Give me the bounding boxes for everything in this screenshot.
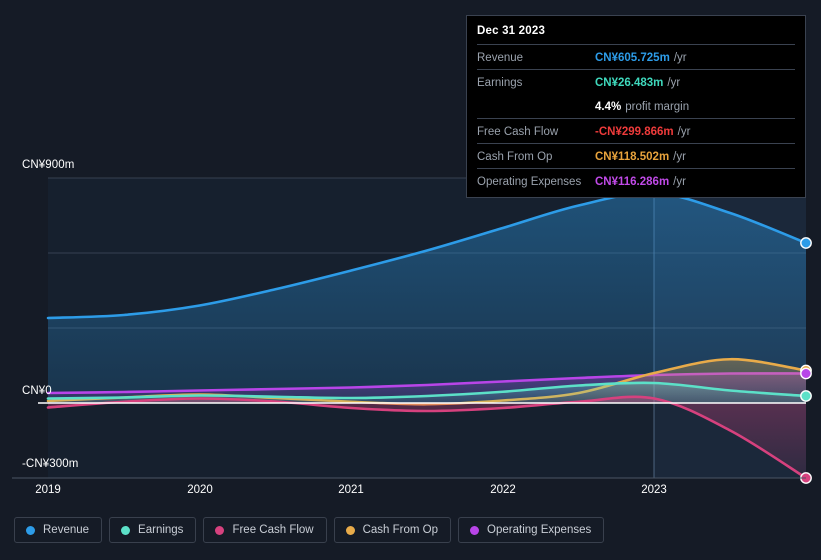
- tooltip-row: Cash From Op CN¥118.502m/yr: [477, 143, 795, 168]
- endpoint-marker-revenue: [800, 237, 812, 249]
- legend-item-label: Revenue: [43, 524, 90, 536]
- tooltip-row-value: -CN¥299.866m: [595, 126, 674, 138]
- legend-color-dot-icon: [470, 525, 480, 535]
- tooltip-row-suffix: /yr: [677, 126, 691, 138]
- legend-item-label: Cash From Op: [362, 524, 439, 536]
- tooltip-row-label: Earnings: [477, 77, 523, 89]
- legend-item-label: Earnings: [138, 524, 184, 536]
- tooltip-row-value-wrap: CN¥26.483m/yr: [595, 73, 680, 91]
- tooltip-row-label: Free Cash Flow: [477, 126, 559, 138]
- legend-color-dot-icon: [345, 525, 355, 535]
- x-axis-tick-2019: 2019: [35, 484, 61, 496]
- legend-item-label: Operating Expenses: [487, 524, 592, 536]
- endpoint-marker-operating-expenses: [800, 367, 812, 380]
- tooltip-row: Revenue CN¥605.725m/yr: [477, 44, 795, 69]
- tooltip-row-label: Revenue: [477, 52, 524, 64]
- legend-color-dot-icon: [215, 525, 225, 535]
- tooltip-row-value-wrap: -CN¥299.866m/yr: [595, 122, 690, 140]
- tooltip-row: Operating Expenses CN¥116.286m/yr: [477, 168, 795, 193]
- tooltip-row-suffix: /yr: [673, 176, 686, 188]
- tooltip-row-value: 4.4%: [595, 101, 622, 113]
- tooltip-row-suffix: profit margin: [625, 101, 690, 113]
- legend-item-operating-expenses[interactable]: Operating Expenses: [458, 517, 605, 543]
- tooltip-row: Free Cash Flow -CN¥299.866m/yr: [477, 118, 795, 143]
- tooltip-row: Earnings CN¥26.483m/yr: [477, 69, 795, 94]
- legend-item-cash-from-op[interactable]: Cash From Op: [333, 517, 452, 543]
- tooltip-row-value: CN¥26.483m: [595, 77, 664, 89]
- legend-item-earnings[interactable]: Earnings: [109, 517, 197, 543]
- x-axis-tick-2023: 2023: [641, 484, 667, 496]
- tooltip-row-value-wrap: 4.4% profit margin: [595, 97, 689, 115]
- endpoint-marker-earnings: [800, 390, 812, 402]
- legend-color-dot-icon: [121, 525, 131, 535]
- tooltip-row: 4.4% profit margin: [477, 94, 795, 118]
- tooltip-row-suffix: /yr: [673, 52, 687, 64]
- chart-legend[interactable]: Revenue Earnings Free Cash Flow Cash From O…: [14, 517, 605, 543]
- tooltip-row-value-wrap: CN¥605.725m/yr: [595, 48, 687, 66]
- legend-color-dot-icon: [26, 525, 35, 535]
- tooltip-row-label: Operating Expenses: [477, 176, 582, 188]
- legend-item-revenue[interactable]: Revenue: [14, 517, 103, 543]
- tooltip-row-value: CN¥118.502m: [595, 151, 670, 163]
- x-axis-tick-2021: 2021: [338, 484, 364, 496]
- tooltip-rows: Revenue CN¥605.725m/yr Earnings CN¥26.483m /…: [477, 44, 795, 193]
- tooltip-row-value-wrap: CN¥116.286m/yr: [595, 172, 686, 190]
- tooltip-row-suffix: /yr: [673, 151, 686, 163]
- data-tooltip: Dec 31 2023 Revenue CN¥605.725m/yr Earning…: [466, 15, 806, 198]
- x-axis-tick-2020: 2020: [187, 484, 213, 496]
- tooltip-row-value-wrap: CN¥118.502m/yr: [595, 147, 686, 165]
- legend-item-free-cash-flow[interactable]: Free Cash Flow: [203, 517, 327, 543]
- tooltip-row-value: CN¥116.286m: [595, 176, 670, 188]
- chart-page: CN¥900m CN¥0 -CN¥300m 2019 2020 2021 2022 20…: [0, 0, 821, 560]
- tooltip-date: Dec 31 2023: [477, 25, 546, 37]
- tooltip-row-value: CN¥605.725m: [595, 52, 670, 64]
- tooltip-row-label: Cash From Op: [477, 151, 553, 163]
- x-axis-tick-2022: 2022: [490, 484, 516, 496]
- legend-item-label: Free Cash Flow: [232, 524, 314, 536]
- tooltip-row-suffix: /yr: [667, 77, 681, 89]
